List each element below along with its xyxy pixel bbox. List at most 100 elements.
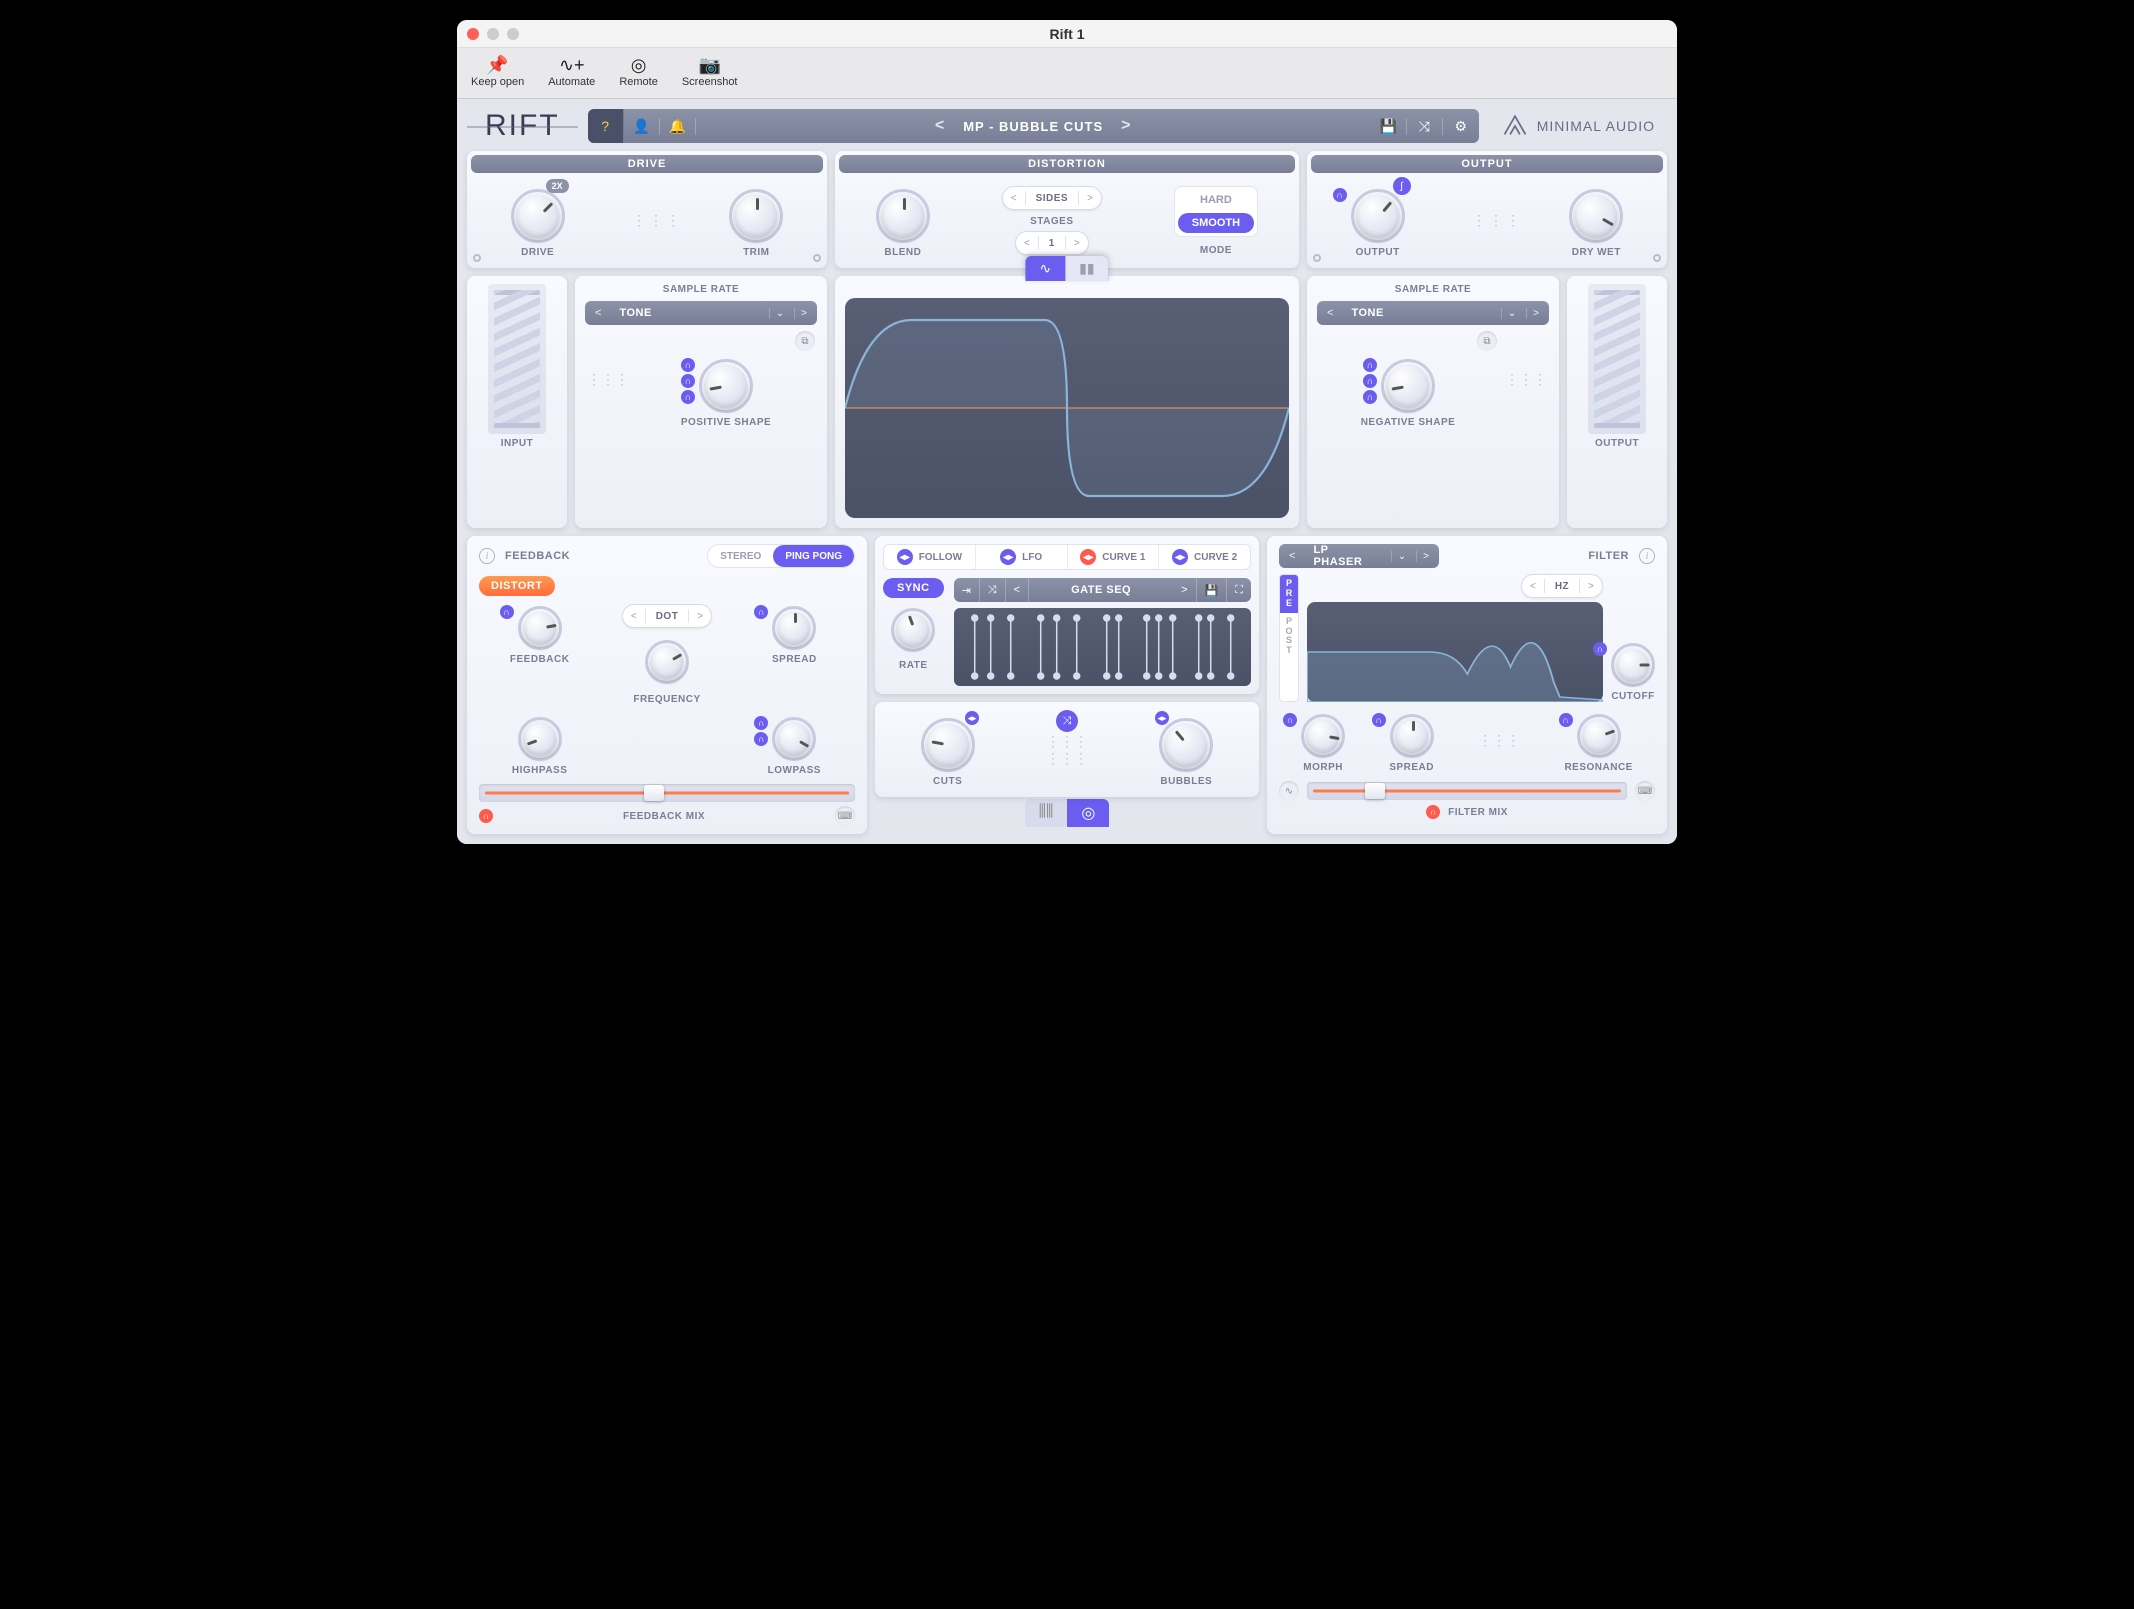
- keep-open-button[interactable]: 📌Keep open: [471, 56, 524, 88]
- gate-seq-bar[interactable]: ⇥ ⤨ < GATE SEQ > 💾 ⛶: [954, 578, 1251, 602]
- tab-lfo[interactable]: ◂▸LFO: [976, 545, 1068, 569]
- feedback-knob[interactable]: [518, 606, 562, 650]
- lowpass-knob[interactable]: [772, 717, 816, 761]
- modulation-panel: ◂▸FOLLOW ◂▸LFO ◂▸CURVE 1 ◂▸CURVE 2 SYNC …: [875, 536, 1259, 834]
- info-icon[interactable]: i: [1639, 548, 1655, 564]
- resonance-knob[interactable]: [1577, 714, 1621, 758]
- expand-icon[interactable]: ⛶: [1227, 578, 1251, 602]
- preset-bar: ? 👤 🔔 < MP - BUBBLE CUTS > 💾 ⤨ ⚙: [588, 109, 1479, 143]
- screenshot-button[interactable]: 📷Screenshot: [682, 56, 738, 88]
- feedback-mix-slider[interactable]: [479, 784, 855, 802]
- sine-tab[interactable]: ∿: [1025, 256, 1065, 281]
- macro-random-icon[interactable]: ⤨: [1056, 710, 1078, 732]
- feedback-mode-toggle[interactable]: STEREO PING PONG: [707, 544, 855, 568]
- delay-dot-selector[interactable]: <DOT>: [622, 604, 712, 628]
- bell-icon[interactable]: 🔔: [660, 118, 696, 135]
- automate-icon: ∿+: [559, 56, 585, 74]
- cutoff-knob[interactable]: [1611, 643, 1655, 687]
- hz-selector[interactable]: <HZ>: [1521, 574, 1603, 598]
- preset-name[interactable]: MP - BUBBLE CUTS: [963, 119, 1103, 134]
- filter-type-dropdown[interactable]: <LP PHASER⌄>: [1279, 544, 1439, 568]
- positive-shape-knob[interactable]: [699, 359, 753, 413]
- highpass-knob[interactable]: [518, 717, 562, 761]
- tone-dropdown-right[interactable]: <TONE⌄>: [1317, 301, 1549, 325]
- pin-icon: 📌: [486, 56, 508, 74]
- distort-toggle[interactable]: DISTORT: [479, 576, 555, 596]
- remote-icon: ◎: [631, 56, 647, 74]
- stages-selector[interactable]: <1>: [1015, 231, 1089, 255]
- rift-logo: RIFT: [467, 109, 578, 143]
- wave-icon[interactable]: ∿: [1279, 781, 1299, 801]
- frequency-knob[interactable]: [645, 640, 689, 684]
- link-icon[interactable]: ⧉: [795, 331, 815, 351]
- tone-dropdown-left[interactable]: <TONE⌄>: [585, 301, 817, 325]
- tab-curve2[interactable]: ◂▸CURVE 2: [1159, 545, 1250, 569]
- sample-rate-right-panel: SAMPLE RATE <TONE⌄> ⧉ ∩∩∩ NEGATIVE SHAPE…: [1307, 276, 1559, 528]
- link-icon[interactable]: ⧉: [1477, 331, 1497, 351]
- morph-knob[interactable]: [1301, 714, 1345, 758]
- settings-icon[interactable]: ⚙: [1443, 118, 1479, 135]
- drive-panel: DRIVE 2X DRIVE ⋮⋮⋮ TRIM: [467, 151, 827, 268]
- spread-knob[interactable]: [772, 606, 816, 650]
- filter-spread-knob[interactable]: [1390, 714, 1434, 758]
- pre-post-toggle[interactable]: PRE POST: [1279, 574, 1299, 702]
- filter-display[interactable]: [1307, 602, 1603, 702]
- filter-mix-slider[interactable]: [1307, 782, 1627, 800]
- remote-button[interactable]: ◎Remote: [619, 56, 658, 88]
- waveform-view-tabs[interactable]: ∿▮▮: [1025, 256, 1108, 281]
- save-icon[interactable]: 💾: [1371, 118, 1407, 135]
- help-button[interactable]: ?: [588, 109, 624, 143]
- footer-tab-mod[interactable]: ◎: [1067, 799, 1109, 827]
- stereo-option[interactable]: STEREO: [708, 545, 773, 567]
- output-panel: OUTPUT ∩ ∫ OUTPUT ⋮⋮⋮ DRY WET: [1307, 151, 1667, 268]
- pingpong-option[interactable]: PING PONG: [773, 545, 854, 567]
- output-meter-panel: OUTPUT: [1567, 276, 1667, 528]
- info-icon[interactable]: i: [479, 548, 495, 564]
- distortion-header: DISTORTION: [839, 155, 1295, 173]
- footer-tab-eq[interactable]: ⫼⫼: [1025, 799, 1068, 827]
- sync-toggle[interactable]: SYNC: [883, 578, 944, 598]
- drive-knob[interactable]: [511, 189, 565, 243]
- mod-badge-icon[interactable]: ∩: [1333, 188, 1347, 202]
- next-icon[interactable]: >: [1173, 578, 1196, 602]
- user-icon[interactable]: 👤: [624, 118, 660, 135]
- drywet-knob[interactable]: [1569, 189, 1623, 243]
- keyboard-icon[interactable]: ⌨: [835, 806, 855, 826]
- waveform-display[interactable]: [845, 298, 1289, 518]
- preset-prev-button[interactable]: <: [935, 117, 945, 135]
- negative-shape-knob[interactable]: [1381, 359, 1435, 413]
- plugin-body: RIFT ? 👤 🔔 < MP - BUBBLE CUTS > 💾 ⤨ ⚙ MI…: [457, 99, 1677, 844]
- output-header: OUTPUT: [1311, 155, 1663, 173]
- gate-sequencer[interactable]: [954, 608, 1251, 686]
- pre-option[interactable]: PRE: [1280, 575, 1298, 613]
- plugin-window: Rift 1 📌Keep open ∿+Automate ◎Remote 📷Sc…: [457, 20, 1677, 844]
- tab-follow[interactable]: ◂▸FOLLOW: [884, 545, 976, 569]
- save-seq-icon[interactable]: 💾: [1197, 578, 1228, 602]
- blend-knob[interactable]: [876, 189, 930, 243]
- rate-knob[interactable]: [891, 608, 935, 652]
- tab-curve1[interactable]: ◂▸CURVE 1: [1068, 545, 1160, 569]
- sides-selector[interactable]: <SIDES>: [1002, 186, 1102, 210]
- mode-hard[interactable]: HARD: [1178, 190, 1254, 210]
- cuts-knob[interactable]: [921, 718, 975, 772]
- feedback-panel: i FEEDBACK STEREO PING PONG DISTORT ∩ FE…: [467, 536, 867, 834]
- mod-source-tabs[interactable]: ◂▸FOLLOW ◂▸LFO ◂▸CURVE 1 ◂▸CURVE 2: [883, 544, 1251, 570]
- preset-next-button[interactable]: >: [1121, 117, 1131, 135]
- mode-smooth[interactable]: SMOOTH: [1178, 213, 1254, 233]
- keyboard-icon[interactable]: ⌨: [1635, 781, 1655, 801]
- shuffle-icon[interactable]: ⤨: [1407, 118, 1443, 135]
- output-knob[interactable]: [1351, 189, 1405, 243]
- titlebar: Rift 1: [457, 20, 1677, 48]
- random-icon[interactable]: ⤨: [980, 578, 1006, 602]
- prev-icon[interactable]: <: [1006, 578, 1029, 602]
- post-option[interactable]: POST: [1280, 613, 1298, 661]
- import-icon[interactable]: ⇥: [954, 578, 980, 602]
- mod-badge-icon[interactable]: ∩: [1426, 805, 1440, 819]
- trim-knob[interactable]: [729, 189, 783, 243]
- bars-tab[interactable]: ▮▮: [1065, 256, 1108, 281]
- mod-badge-icon[interactable]: ∩: [479, 809, 493, 823]
- mode-selector[interactable]: HARD SMOOTH: [1174, 186, 1258, 237]
- drive-2x-badge[interactable]: 2X: [546, 179, 569, 193]
- bubbles-knob[interactable]: [1159, 718, 1213, 772]
- automate-button[interactable]: ∿+Automate: [548, 56, 595, 88]
